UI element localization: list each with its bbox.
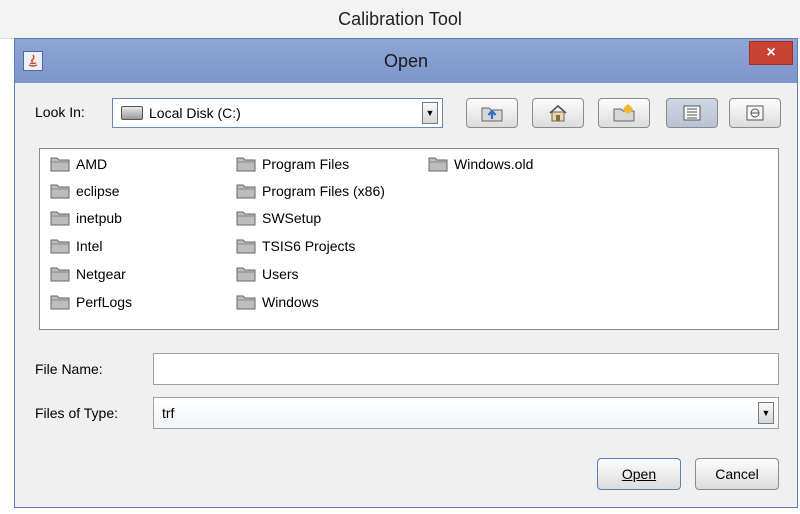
list-item[interactable]: Intel — [50, 234, 102, 258]
folder-name: Netgear — [76, 266, 126, 282]
list-item[interactable]: eclipse — [50, 179, 120, 203]
file-list[interactable]: AMD eclipse inetpub Intel Netgear PerfLo… — [39, 148, 779, 330]
files-of-type-value: trf — [162, 405, 175, 421]
java-icon — [23, 51, 43, 71]
details-view-icon — [746, 105, 764, 121]
open-button[interactable]: Open — [597, 458, 681, 490]
dialog-title-bar[interactable]: Open × — [15, 39, 797, 83]
app-title-bar: Calibration Tool — [0, 0, 800, 39]
open-button-label: Open — [621, 466, 657, 482]
new-folder-icon — [613, 104, 635, 122]
folder-icon — [50, 156, 70, 172]
files-of-type-label: Files of Type: — [35, 405, 119, 421]
list-item[interactable]: Users — [236, 262, 299, 286]
folder-name: SWSetup — [262, 210, 322, 226]
folder-icon — [236, 238, 256, 254]
close-icon: × — [766, 44, 776, 61]
home-icon — [547, 104, 569, 122]
file-name-label: File Name: — [35, 361, 103, 377]
folder-name: Intel — [76, 238, 103, 254]
folder-name: inetpub — [76, 210, 122, 226]
folder-icon — [50, 266, 70, 282]
details-view-button[interactable] — [729, 98, 781, 128]
folder-icon — [236, 156, 256, 172]
folder-icon — [236, 294, 256, 310]
up-one-level-button[interactable] — [466, 98, 518, 128]
list-item[interactable]: AMD — [50, 152, 107, 176]
folder-name: TSIS6 Projects — [262, 238, 356, 254]
look-in-label: Look In: — [35, 104, 85, 120]
folder-name: AMD — [76, 156, 108, 172]
chevron-down-icon[interactable]: ▼ — [422, 102, 438, 124]
folder-icon — [50, 294, 70, 310]
list-item[interactable]: TSIS6 Projects — [236, 234, 355, 258]
list-item[interactable]: SWSetup — [236, 206, 321, 230]
folder-up-icon — [481, 104, 503, 122]
list-view-button[interactable] — [666, 98, 718, 128]
folder-icon — [50, 183, 70, 199]
folder-icon — [236, 210, 256, 226]
folder-name: Windows.old — [454, 156, 534, 172]
look-in-combo[interactable]: Local Disk (C:) ▼ — [112, 98, 443, 128]
file-name-input[interactable] — [153, 353, 779, 385]
folder-icon — [236, 266, 256, 282]
list-item[interactable]: inetpub — [50, 206, 122, 230]
list-item[interactable]: PerfLogs — [50, 290, 132, 314]
drive-icon — [121, 106, 143, 120]
list-item[interactable]: Windows — [236, 290, 319, 314]
folder-icon — [50, 238, 70, 254]
cancel-button[interactable]: Cancel — [695, 458, 779, 490]
folder-icon — [50, 210, 70, 226]
home-button[interactable] — [532, 98, 584, 128]
folder-icon — [236, 183, 256, 199]
new-folder-button[interactable] — [598, 98, 650, 128]
folder-icon — [428, 156, 448, 172]
chevron-down-icon[interactable]: ▼ — [758, 402, 774, 424]
files-of-type-combo[interactable]: trf ▼ — [153, 397, 779, 429]
list-item[interactable]: Netgear — [50, 262, 126, 286]
folder-name: PerfLogs — [76, 294, 133, 310]
folder-name: Users — [262, 266, 299, 282]
list-item[interactable]: Program Files (x86) — [236, 179, 385, 203]
folder-name: Program Files — [262, 156, 350, 172]
folder-name: Program Files (x86) — [262, 183, 385, 199]
list-item[interactable]: Program Files — [236, 152, 349, 176]
open-dialog: Open × Look In: Local Disk (C:) ▼ AMD ec… — [14, 38, 798, 508]
list-view-icon — [683, 105, 701, 121]
list-item[interactable]: Windows.old — [428, 152, 533, 176]
dialog-title: Open — [383, 50, 429, 71]
folder-name: Windows — [262, 294, 319, 310]
cancel-button-label: Cancel — [715, 466, 759, 482]
app-title: Calibration Tool — [338, 8, 462, 29]
look-in-value: Local Disk (C:) — [149, 105, 241, 121]
folder-name: eclipse — [76, 183, 120, 199]
close-button[interactable]: × — [749, 41, 793, 65]
